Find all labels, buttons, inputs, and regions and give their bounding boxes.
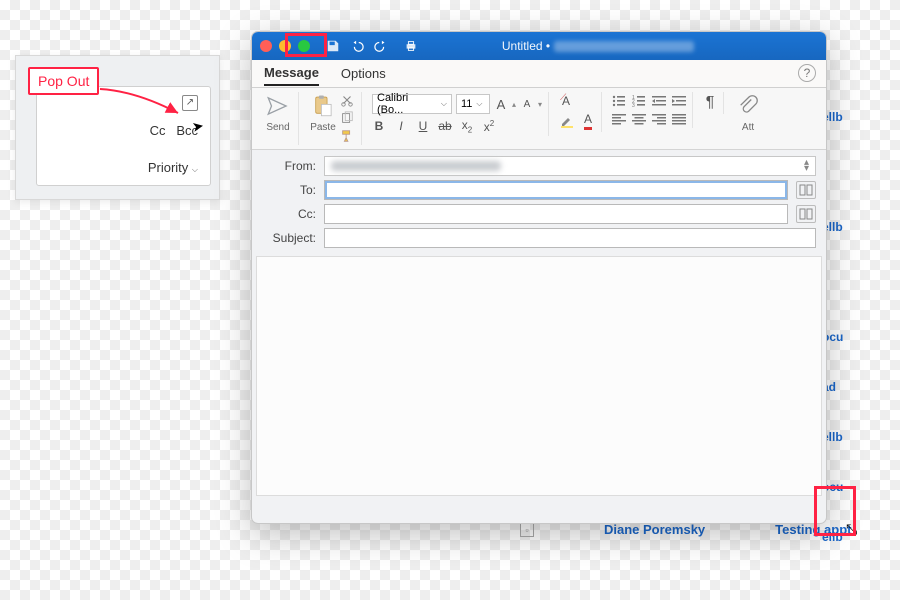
send-button[interactable] (264, 92, 292, 120)
paragraph-group: 123 (606, 92, 693, 128)
underline-button[interactable]: U (416, 119, 430, 133)
numbering-icon[interactable]: 123 (632, 94, 646, 108)
bg-link[interactable]: ellb (822, 220, 862, 234)
undo-icon[interactable] (350, 39, 364, 53)
paste-label: Paste (310, 122, 336, 133)
show-marks-button[interactable]: ¶ (703, 94, 717, 112)
highlight-color-button[interactable] (559, 113, 575, 129)
subject-input[interactable] (324, 228, 816, 248)
flag-icon: ▫ (520, 523, 534, 537)
font-size-select[interactable]: 11⌵ (456, 94, 490, 114)
to-input[interactable] (324, 180, 788, 200)
indent-icon[interactable] (672, 94, 686, 108)
font-name-select[interactable]: Calibri (Bo...⌵ (372, 94, 452, 114)
format-painter-icon[interactable] (339, 128, 355, 144)
window-maximize-button[interactable] (298, 40, 310, 52)
window-titlebar[interactable]: Untitled • (252, 32, 826, 60)
address-book-cc-button[interactable] (796, 205, 816, 223)
cc-button[interactable]: Cc (150, 123, 166, 138)
send-label: Send (266, 122, 289, 133)
cut-icon[interactable] (339, 92, 355, 108)
outdent-icon[interactable] (652, 94, 666, 108)
header-fields: From: ▴▾ To: Cc: Subject: (252, 150, 826, 252)
tab-message[interactable]: Message (264, 61, 319, 86)
bg-link[interactable]: ocu (822, 480, 862, 494)
bg-link[interactable]: ellb (822, 110, 862, 124)
bg-link[interactable]: ellb (822, 430, 862, 444)
clipboard-group: Paste (303, 92, 362, 145)
ribbon-tabs: Message Options ? (252, 60, 826, 88)
bullets-icon[interactable] (612, 94, 626, 108)
cc-input[interactable] (324, 204, 788, 224)
popout-annotation: Pop Out (28, 67, 99, 95)
from-account-select[interactable]: ▴▾ (324, 156, 816, 176)
bold-button[interactable]: B (372, 119, 386, 133)
resize-cursor-icon: ⤡ (846, 521, 857, 538)
window-close-button[interactable] (260, 40, 272, 52)
clear-format-button[interactable]: A⟋ (559, 94, 573, 108)
copy-icon[interactable] (339, 110, 355, 126)
superscript-button[interactable]: x2 (482, 119, 496, 134)
list-subject: Testing appt (775, 522, 851, 537)
decrease-font-icon[interactable]: A (520, 99, 534, 110)
justify-icon[interactable] (672, 112, 686, 126)
save-icon[interactable] (326, 39, 340, 53)
paste-button[interactable] (309, 92, 337, 120)
attach-file-button[interactable] (734, 92, 762, 120)
send-group: Send (258, 92, 299, 145)
list-sender: Diane Poremsky (604, 522, 705, 537)
background-message-list: ellb ellb ocu ad ellb ocu ellb (822, 110, 862, 544)
help-icon[interactable]: ? (798, 64, 816, 82)
message-body[interactable] (256, 256, 822, 496)
to-label: To: (262, 183, 316, 197)
font-group: Calibri (Bo...⌵ 11⌵ A▴ A▾ B I U ab x2 x2 (366, 92, 549, 136)
window-title: Untitled • (502, 39, 550, 53)
redacted-account (554, 41, 694, 52)
cc-label: Cc: (262, 207, 316, 221)
italic-button[interactable]: I (394, 119, 408, 133)
svg-text:3: 3 (632, 103, 635, 108)
window-minimize-button[interactable] (279, 40, 291, 52)
increase-font-icon[interactable]: A (494, 97, 508, 112)
priority-dropdown[interactable]: Priority (148, 160, 188, 175)
subscript-button[interactable]: x2 (460, 118, 474, 134)
address-book-to-button[interactable] (796, 181, 816, 199)
bg-link[interactable]: ad (822, 380, 862, 394)
align-left-icon[interactable] (612, 112, 626, 126)
pilcrow-group: ¶ (697, 92, 724, 114)
background-list-row[interactable]: ▫ Diane Poremsky Testing appt (520, 522, 851, 537)
ribbon-toolbar: Send Paste Calibri (Bo...⌵ 11⌵ A▴ A▾ (252, 88, 826, 150)
bg-link[interactable]: ocu (822, 330, 862, 344)
subject-label: Subject: (262, 231, 316, 245)
compose-window: Untitled • Message Options ? Send Paste (251, 31, 827, 524)
font-color-button[interactable]: A (581, 112, 595, 130)
cursor-icon: ➤ (191, 117, 206, 136)
align-right-icon[interactable] (652, 112, 666, 126)
attach-label: Att (742, 122, 754, 133)
chevron-down-icon: ⌵ (192, 165, 198, 174)
strike-button[interactable]: ab (438, 119, 452, 133)
popout-icon[interactable]: ↗ (182, 95, 198, 111)
from-label: From: (262, 159, 316, 173)
redacted-from (331, 161, 501, 171)
attach-group: Att (728, 92, 776, 145)
tab-options[interactable]: Options (341, 62, 386, 85)
font-color-group: A⟋ A (553, 92, 602, 132)
align-center-icon[interactable] (632, 112, 646, 126)
stepper-icon: ▴▾ (804, 160, 809, 172)
